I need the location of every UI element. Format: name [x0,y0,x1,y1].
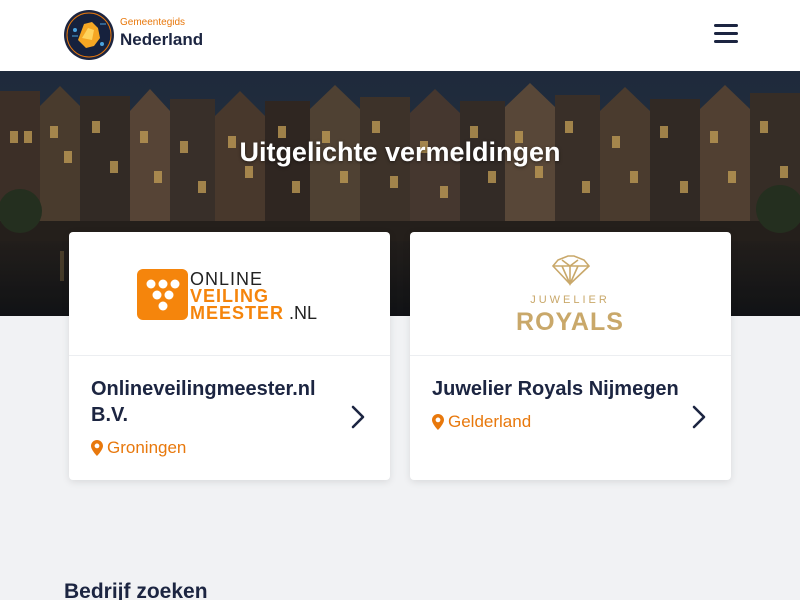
site-logo-icon[interactable] [64,10,114,60]
chevron-right-icon[interactable] [690,404,708,430]
listing-location-text: Gelderland [448,412,532,431]
logo-text-nl: .NL [289,303,317,323]
logo-text-juwelier: JUWELIER [530,294,610,306]
logo-text-royals: ROYALS [516,308,624,336]
listing-card-juwelier-royals[interactable]: JUWELIER ROYALS Juwelier Royals Nijmegen… [410,232,731,480]
hero-title: Uitgelichte vermeldingen [239,137,561,167]
listing-location: Groningen [91,438,351,458]
search-section-title: Bedrijf zoeken [64,580,208,600]
brand[interactable]: Gemeentegids Nederland [120,17,203,50]
logo-text-meester: MEESTER [190,303,284,323]
map-pin-icon [91,440,103,456]
listing-location: Gelderland [432,412,692,432]
listing-location-text: Groningen [107,438,187,457]
listing-logo-area: ONLINE VEILING MEESTER .NL [69,232,390,356]
listing-logo-area: JUWELIER ROYALS [410,232,731,356]
listing-body: Juwelier Royals Nijmegen Gelderland [432,376,692,432]
brand-title: Nederland [120,30,204,49]
listing-name[interactable]: Juwelier Royals Nijmegen [432,376,692,402]
chevron-right-icon[interactable] [349,404,367,430]
listing-card-onlineveilingmeester[interactable]: ONLINE VEILING MEESTER .NL Onlineveiling… [69,232,390,480]
juwelier-royals-logo-icon: JUWELIER ROYALS [516,255,624,336]
map-pin-icon [432,414,444,430]
onlineveilingmeester-logo-icon: ONLINE VEILING MEESTER .NL [137,269,317,323]
listing-name[interactable]: Onlineveilingmeester.nl B.V. [91,376,351,428]
hamburger-icon[interactable] [714,24,738,46]
site-header: Gemeentegids Nederland [0,0,800,71]
brand-subtitle: Gemeentegids [120,17,186,28]
listing-body: Onlineveilingmeester.nl B.V. Groningen [91,376,351,458]
